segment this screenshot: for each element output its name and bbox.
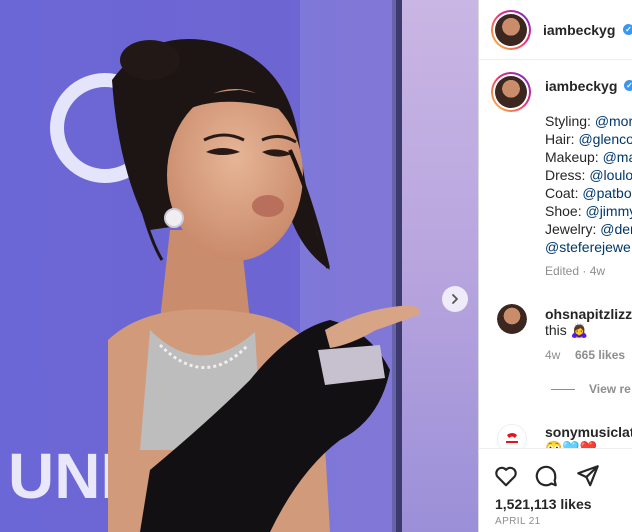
mention-link[interactable]: @jimmy — [585, 203, 632, 219]
mention-link[interactable]: @ma — [603, 149, 632, 165]
like-count[interactable]: 1,521,113 likes — [495, 496, 592, 512]
header-username[interactable]: iambeckyg — [543, 22, 615, 38]
caption-line: Dress: @loulo — [545, 167, 632, 183]
post-date[interactable]: APRIL 21 — [495, 516, 541, 527]
share-icon[interactable] — [575, 463, 601, 489]
mention-link[interactable]: @glenco — [578, 131, 632, 147]
comment-age: 4w — [545, 348, 561, 362]
caption-line: Hair: @glenco — [545, 131, 632, 147]
comment-username[interactable]: ohsnapitzlizz — [545, 306, 632, 322]
comment-likes[interactable]: 665 likes — [575, 348, 625, 362]
mention-link[interactable]: @steferejewe — [545, 239, 631, 255]
commenter-avatar[interactable] — [497, 304, 527, 334]
caption-verified-badge-icon: ✓ — [624, 80, 632, 91]
caption-line: Styling: @mor — [545, 113, 632, 129]
caption-avatar[interactable] — [491, 72, 531, 112]
comment-text: this 🙇‍♀️ — [545, 322, 589, 338]
comment-icon[interactable] — [533, 463, 559, 489]
post-sidebar: iambeckyg ✓ iambeckyg ✓ Styling: @mor Ha… — [478, 0, 632, 532]
chevron-right-icon — [452, 294, 458, 304]
caption-line: Coat: @patbo — [545, 185, 632, 201]
photo-illustration: UNIM — [0, 0, 478, 532]
mention-link[interactable]: @loulo — [589, 167, 632, 183]
caption-line: @steferejewe — [545, 238, 632, 256]
next-photo-button[interactable] — [442, 286, 468, 312]
caption-line: Jewelry: @der — [545, 220, 632, 238]
caption-line: Shoe: @jimmy — [545, 202, 632, 220]
mention-link[interactable]: @der — [600, 221, 632, 237]
author-avatar[interactable] — [491, 10, 531, 50]
mention-link[interactable]: @mor — [595, 113, 632, 129]
view-replies-button[interactable]: View re — [551, 382, 631, 396]
comment-username[interactable]: sonymusiclat — [545, 424, 632, 440]
post-header: iambeckyg ✓ — [479, 0, 632, 60]
mention-link[interactable]: @patbo — [582, 185, 631, 201]
post-photo: UNIM — [0, 0, 478, 532]
verified-badge-icon: ✓ — [623, 24, 632, 35]
replies-divider — [551, 389, 575, 391]
heart-icon[interactable] — [493, 463, 519, 489]
caption-username[interactable]: iambeckyg — [545, 78, 617, 94]
caption-edited: Edited · 4w — [545, 264, 606, 278]
post-caption: Styling: @mor Hair: @glenco Makeup: @ma … — [545, 112, 632, 256]
caption-line: Makeup: @ma — [545, 148, 632, 166]
